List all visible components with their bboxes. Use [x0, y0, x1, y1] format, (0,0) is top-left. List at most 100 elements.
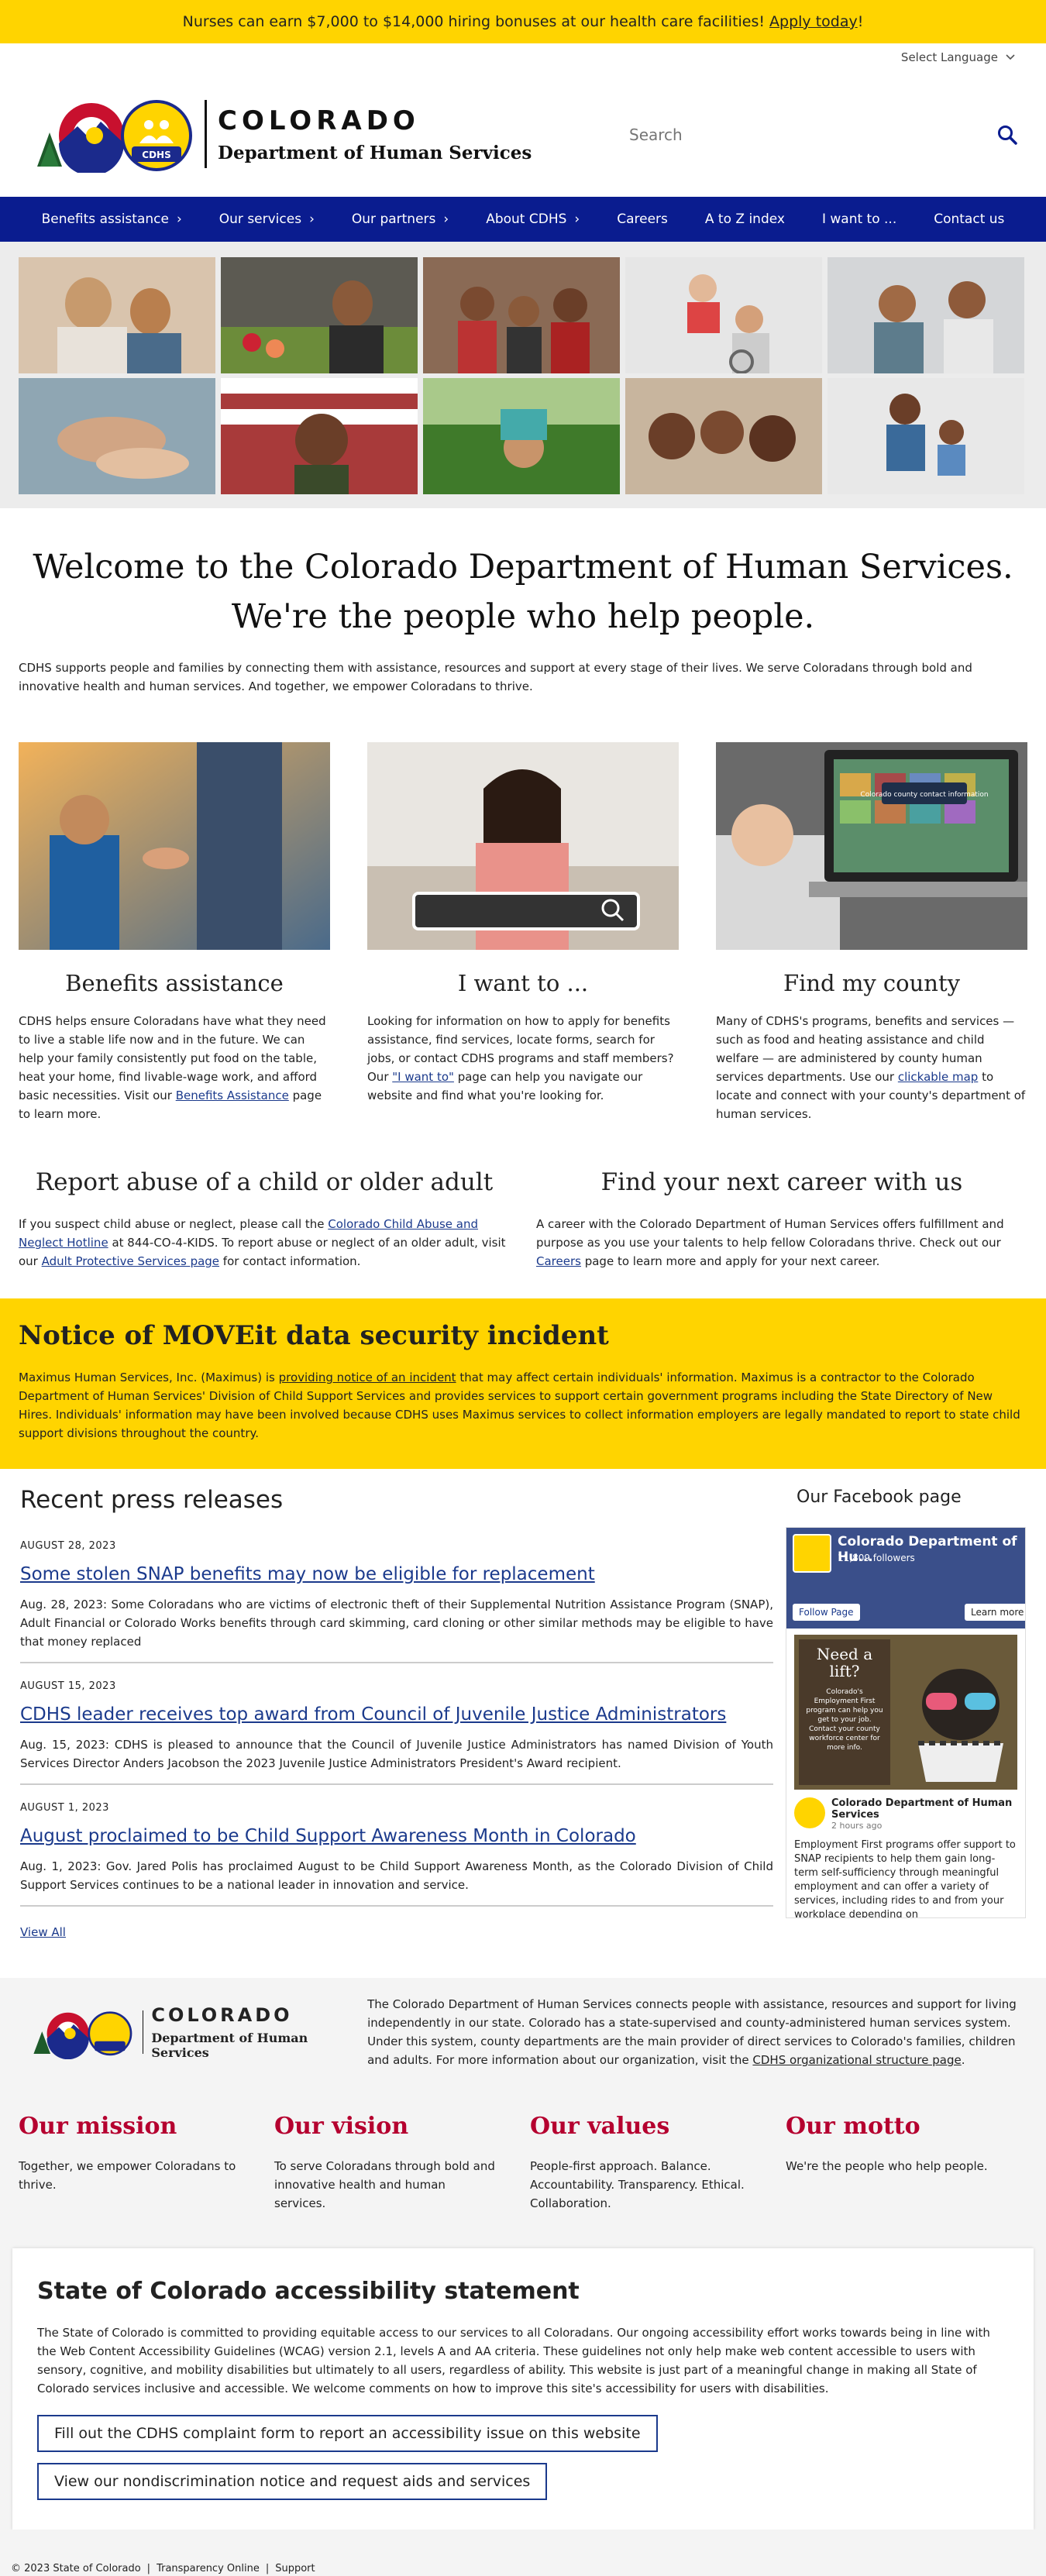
card-image-woman-phone	[367, 742, 679, 950]
press-releases: Recent press releases AUGUST 28, 2023 So…	[20, 1469, 773, 1939]
career-text: A career with the Colorado Department of…	[536, 1215, 1027, 1271]
nav-careers[interactable]: Careers	[598, 212, 686, 227]
footer-logo[interactable]: COLORADO Department of Human Services	[19, 1995, 349, 2069]
press-heading: Recent press releases	[20, 1486, 284, 1514]
nav-our-services[interactable]: Our services ›	[201, 212, 333, 227]
facebook-embed[interactable]: Colorado Department of Hu... 11,809 foll…	[786, 1527, 1026, 1918]
nav-our-partners[interactable]: Our partners ›	[333, 212, 467, 227]
press-title-link[interactable]: CDHS leader receives top award from Coun…	[20, 1704, 773, 1725]
card-find-my-county: Colorado county contact information Find…	[716, 742, 1027, 1123]
facebook-post-image: Need a lift? Colorado's Employment First…	[794, 1635, 1017, 1790]
careers-link[interactable]: Careers	[536, 1254, 581, 1268]
press-item: AUGUST 15, 2023 CDHS leader receives top…	[20, 1680, 773, 1785]
separator: |	[146, 2563, 151, 2574]
card-benefits-assistance: Benefits assistance CDHS helps ensure Co…	[19, 742, 330, 1123]
accessibility-button-row-1: Fill out the CDHS complaint form to repo…	[37, 2407, 1009, 2452]
clickable-map-link[interactable]: clickable map	[898, 1070, 978, 1084]
photo-grocery	[221, 257, 418, 373]
press-summary: Aug. 15, 2023: CDHS is pleased to announ…	[20, 1738, 773, 1770]
footer-about: COLORADO Department of Human Services Th…	[0, 1995, 1046, 2069]
support-link[interactable]: Support	[275, 2563, 315, 2574]
nav-label: A to Z index	[704, 212, 785, 227]
press-title-link[interactable]: Some stolen SNAP benefits may now be eli…	[20, 1564, 773, 1584]
accessibility-statement: State of Colorado accessibility statemen…	[12, 2248, 1034, 2530]
notice-incident-link[interactable]: providing notice of an incident	[279, 1371, 456, 1384]
chevron-right-icon: ›	[574, 212, 580, 227]
report-abuse-block: Report abuse of a child or older adult I…	[19, 1168, 510, 1271]
career-block: Find your next career with us A career w…	[536, 1168, 1027, 1271]
press-item: AUGUST 28, 2023 Some stolen SNAP benefit…	[20, 1540, 773, 1663]
org-structure-link[interactable]: CDHS organizational structure page	[752, 2053, 961, 2067]
footer-logo-mark	[33, 2011, 132, 2059]
post-overlay-text: Colorado's Employment First program can …	[806, 1688, 883, 1752]
post-author[interactable]: Colorado Department of Human Services	[831, 1797, 1017, 1821]
accessibility-text: The State of Colorado is committed to pr…	[37, 2326, 990, 2395]
dog-illustration	[918, 1669, 1003, 1782]
notice-heading: Notice of MOVEit data security incident	[19, 1320, 609, 1351]
chevron-right-icon: ›	[176, 212, 182, 227]
report-text-part: If you suspect child abuse or neglect, p…	[19, 1217, 329, 1231]
photo-gallery	[0, 242, 1046, 508]
career-text-part: page to learn more and apply for your ne…	[580, 1254, 880, 1268]
footer-logo-dept: Department of Human Services	[151, 2031, 308, 2060]
facebook-post-header: Colorado Department of Human Services 2 …	[786, 1790, 1025, 1838]
feature-cards: Benefits assistance CDHS helps ensure Co…	[0, 696, 1046, 1123]
nav-label: Contact us	[934, 212, 1005, 227]
nav-label: Our partners	[351, 212, 436, 227]
view-all-link[interactable]: View All	[20, 1925, 66, 1939]
search-icon	[998, 126, 1017, 145]
press-date: AUGUST 28, 2023	[20, 1540, 116, 1552]
search-box	[612, 112, 1031, 158]
chevron-right-icon: ›	[443, 212, 449, 227]
colorado-logo-mark: CDHS	[37, 100, 192, 173]
chevron-down-icon	[1006, 54, 1015, 60]
career-text-part: A career with the Colorado Department of…	[536, 1217, 1004, 1250]
photo-child-grass	[423, 378, 620, 494]
logo-badge-text: CDHS	[142, 150, 170, 160]
i-want-to-link[interactable]: "I want to"	[392, 1070, 454, 1084]
post-overlay-title: Need a lift?	[816, 1645, 873, 1680]
apply-today-link[interactable]: Apply today	[769, 13, 858, 30]
press-summary: Aug. 28, 2023: Some Coloradans who are v…	[20, 1598, 773, 1649]
cdhs-logo[interactable]: CDHS COLORADO Department of Human Servic…	[23, 95, 532, 173]
photo-family-group	[423, 257, 620, 373]
footer-logo-divider	[142, 2010, 144, 2054]
search-button[interactable]	[984, 112, 1031, 158]
photo-two-men	[828, 257, 1024, 373]
logo-department: Department of Human Services	[218, 142, 532, 163]
nav-label: Benefits assistance	[41, 212, 169, 227]
chevron-right-icon: ›	[309, 212, 315, 227]
facebook-cover: Colorado Department of Hu... 11,809 foll…	[786, 1528, 1025, 1628]
learn-more-button[interactable]: Learn more	[965, 1604, 1025, 1621]
photo-father-son	[828, 378, 1024, 494]
post-overlay: Need a lift? Colorado's Employment First…	[799, 1639, 890, 1785]
transparency-online-link[interactable]: Transparency Online	[157, 2563, 260, 2574]
nondiscrimination-button[interactable]: View our nondiscrimination notice and re…	[37, 2463, 548, 2500]
footer-logo-state: COLORADO	[151, 2004, 293, 2026]
nav-about-cdhs[interactable]: About CDHS ›	[467, 212, 598, 227]
footer-values: Our mission Together, we empower Colorada…	[0, 2069, 1046, 2213]
photo-family-laptop	[19, 257, 215, 373]
follow-page-button[interactable]: Follow Page	[793, 1604, 860, 1621]
benefits-assistance-link[interactable]: Benefits Assistance	[176, 1089, 289, 1102]
nav-i-want-to[interactable]: I want to ...	[803, 212, 915, 227]
language-select[interactable]: Select Language	[901, 50, 1015, 64]
language-label: Select Language	[900, 50, 998, 64]
logo-wordmark: COLORADO Department of Human Services	[218, 105, 532, 163]
nav-label: Our services	[218, 212, 302, 227]
search-input[interactable]	[612, 112, 984, 158]
card-title: I want to ...	[457, 970, 589, 996]
nav-a-to-z-index[interactable]: A to Z index	[686, 212, 803, 227]
welcome-heading: Welcome to the Colorado Department of Hu…	[19, 542, 1027, 641]
logo-divider	[205, 100, 207, 168]
press-title-link[interactable]: August proclaimed to be Child Support Aw…	[20, 1826, 773, 1846]
nav-contact-us[interactable]: Contact us	[915, 212, 1023, 227]
complaint-form-button[interactable]: Fill out the CDHS complaint form to repo…	[37, 2415, 658, 2452]
adult-protective-services-link[interactable]: Adult Protective Services page	[42, 1254, 219, 1268]
nav-benefits-assistance[interactable]: Benefits assistance ›	[23, 212, 201, 227]
accessibility-heading: State of Colorado accessibility statemen…	[37, 2278, 580, 2305]
footer-bottom-bar: © 2023 State of Colorado | Transparency …	[0, 2530, 1046, 2576]
value-title: Our vision	[274, 2113, 409, 2140]
post-time: 2 hours ago	[831, 1821, 883, 1831]
photo-veteran	[221, 378, 418, 494]
